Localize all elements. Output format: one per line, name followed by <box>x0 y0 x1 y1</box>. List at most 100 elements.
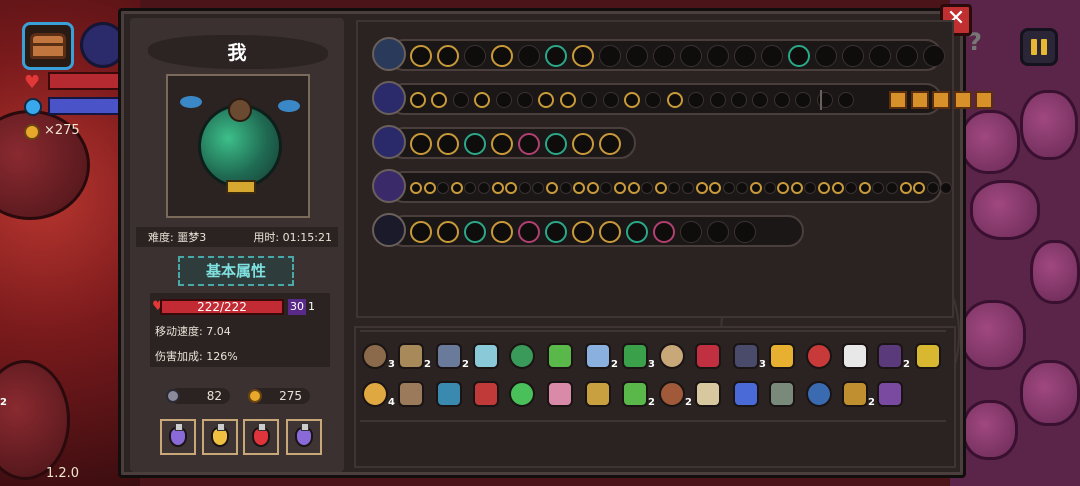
inventory-chest-button[interactable] <box>22 22 74 70</box>
gem-slot[interactable] <box>410 133 432 155</box>
gem-slot[interactable] <box>790 182 803 194</box>
inventory-item-icon[interactable] <box>509 381 535 407</box>
gem-slot[interactable] <box>707 45 729 67</box>
gem-slot[interactable] <box>410 221 432 243</box>
gem-slot[interactable] <box>653 45 675 67</box>
gem-slot[interactable] <box>624 92 640 108</box>
inventory-item-icon[interactable] <box>362 381 388 407</box>
gem-slot[interactable] <box>886 182 898 194</box>
gem-slot[interactable] <box>572 221 594 243</box>
weapon-icon[interactable] <box>372 81 406 115</box>
gem-slot[interactable] <box>437 45 459 67</box>
inventory-item-icon[interactable] <box>509 343 535 369</box>
inventory-item-icon[interactable] <box>695 381 721 407</box>
upgrade-slot[interactable] <box>889 91 908 109</box>
gem-slot[interactable] <box>896 45 918 67</box>
weapon-icon[interactable] <box>372 169 406 203</box>
gem-slot[interactable] <box>614 182 626 194</box>
inventory-item-icon[interactable] <box>806 343 832 369</box>
gem-slot[interactable] <box>666 92 683 108</box>
gem-slot[interactable] <box>816 92 833 108</box>
gem-slot[interactable] <box>695 182 708 194</box>
inventory-item-icon[interactable] <box>915 343 941 369</box>
gem-slot[interactable] <box>788 45 810 67</box>
gem-slot[interactable] <box>626 221 648 243</box>
inventory-item-icon[interactable] <box>436 343 462 369</box>
upgrade-slot[interactable] <box>975 91 993 109</box>
inventory-item-icon[interactable] <box>398 381 424 407</box>
gem-slot[interactable] <box>709 92 726 108</box>
pause-button[interactable] <box>1020 28 1058 66</box>
inventory-item-icon[interactable] <box>622 343 648 369</box>
upgrade-slot[interactable] <box>932 91 951 109</box>
gem-slot[interactable] <box>545 221 567 243</box>
gem-slot[interactable] <box>722 182 735 194</box>
gem-slot[interactable] <box>858 182 871 194</box>
upgrade-slot[interactable] <box>910 91 929 109</box>
inventory-item-icon[interactable] <box>769 381 795 407</box>
inventory-item-icon[interactable] <box>585 343 611 369</box>
gem-slot[interactable] <box>602 92 619 108</box>
gem-slot[interactable] <box>899 182 912 194</box>
weapon-icon[interactable] <box>372 213 406 247</box>
gem-slot[interactable] <box>926 182 939 194</box>
inventory-item-icon[interactable] <box>473 381 499 407</box>
inventory-item-icon[interactable] <box>436 381 462 407</box>
gem-slot[interactable] <box>410 92 426 108</box>
attributes-tab[interactable]: 基本属性 <box>178 256 294 286</box>
inventory-item-icon[interactable] <box>842 343 868 369</box>
gem-slot[interactable] <box>627 182 640 194</box>
gem-slot[interactable] <box>450 182 463 194</box>
gem-slot[interactable] <box>452 92 469 108</box>
gem-slot[interactable] <box>410 45 432 67</box>
potion-slot[interactable] <box>202 419 238 455</box>
gem-slot[interactable] <box>842 45 864 67</box>
gem-slot[interactable] <box>559 182 572 194</box>
gem-slot[interactable] <box>518 221 540 243</box>
gem-slot[interactable] <box>761 45 783 67</box>
gem-slot[interactable] <box>773 92 790 108</box>
inventory-item-icon[interactable] <box>622 381 648 407</box>
gem-slot[interactable] <box>545 45 567 67</box>
potion-slot[interactable] <box>286 419 322 455</box>
gem-slot[interactable] <box>586 182 599 194</box>
gem-slot[interactable] <box>464 45 486 67</box>
inventory-item-icon[interactable] <box>398 343 424 369</box>
inventory-item-icon[interactable] <box>585 381 611 407</box>
gem-slot[interactable] <box>491 45 513 67</box>
gem-slot[interactable] <box>626 45 648 67</box>
inventory-item-icon[interactable] <box>806 381 832 407</box>
inventory-item-icon[interactable] <box>877 343 903 369</box>
inventory-item-icon[interactable] <box>362 343 388 369</box>
gem-slot[interactable] <box>464 133 486 155</box>
gem-slot[interactable] <box>734 45 756 67</box>
gem-slot[interactable] <box>518 133 540 155</box>
inventory-item-icon[interactable] <box>877 381 903 407</box>
gem-slot[interactable] <box>818 182 830 194</box>
gem-slot[interactable] <box>518 45 540 67</box>
gem-slot[interactable] <box>559 92 576 108</box>
inventory-item-icon[interactable] <box>733 343 759 369</box>
gem-slot[interactable] <box>815 45 837 67</box>
chest-icon[interactable] <box>372 37 406 71</box>
upgrade-slot[interactable] <box>953 91 972 109</box>
gem-slot[interactable] <box>707 221 729 243</box>
gem-slot[interactable] <box>731 92 747 108</box>
gem-slot[interactable] <box>437 221 459 243</box>
gem-slot[interactable] <box>750 182 762 194</box>
potion-slot[interactable] <box>160 419 196 455</box>
gem-slot[interactable] <box>546 182 558 194</box>
gem-slot[interactable] <box>654 182 667 194</box>
gem-slot[interactable] <box>599 221 621 243</box>
gem-slot[interactable] <box>491 221 513 243</box>
gem-slot[interactable] <box>653 221 675 243</box>
gem-slot[interactable] <box>923 45 945 67</box>
gem-slot[interactable] <box>763 182 776 194</box>
gem-slot[interactable] <box>478 182 490 194</box>
potion-slot[interactable] <box>243 419 279 455</box>
gem-slot[interactable] <box>682 182 694 194</box>
inventory-item-icon[interactable] <box>769 343 795 369</box>
gem-slot[interactable] <box>545 133 567 155</box>
gem-slot[interactable] <box>518 182 531 194</box>
gem-slot[interactable] <box>599 133 621 155</box>
